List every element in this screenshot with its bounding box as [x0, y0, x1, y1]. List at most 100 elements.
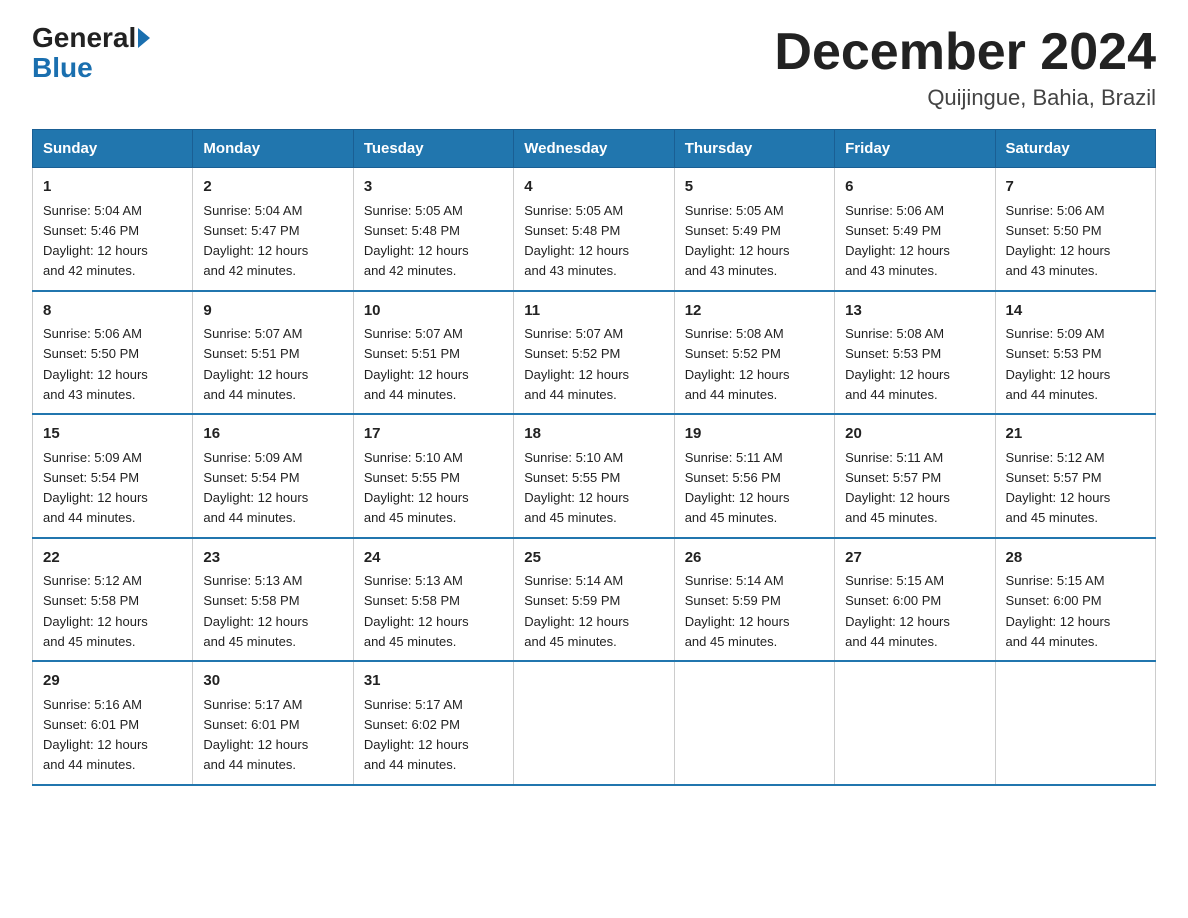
calendar-cell: 24 Sunrise: 5:13 AMSunset: 5:58 PMDayligh… [353, 538, 513, 662]
page-title: December 2024 [774, 24, 1156, 81]
calendar-cell: 31 Sunrise: 5:17 AMSunset: 6:02 PMDayligh… [353, 661, 513, 785]
calendar-cell: 23 Sunrise: 5:13 AMSunset: 5:58 PMDayligh… [193, 538, 353, 662]
day-detail: Sunrise: 5:08 AMSunset: 5:52 PMDaylight:… [685, 326, 790, 402]
day-number: 3 [364, 176, 503, 199]
calendar-cell: 28Sunrise: 5:15 AMSunset: 6:00 PMDayligh… [995, 538, 1155, 662]
calendar-cell: 20Sunrise: 5:11 AMSunset: 5:57 PMDayligh… [835, 414, 995, 538]
page-header: General Blue December 2024 Quijingue, Ba… [32, 24, 1156, 111]
calendar-cell: 2 Sunrise: 5:04 AMSunset: 5:47 PMDaylight… [193, 168, 353, 291]
day-detail: Sunrise: 5:04 AMSunset: 5:47 PMDaylight:… [203, 203, 308, 279]
calendar-day-header: Friday [835, 130, 995, 168]
day-detail: Sunrise: 5:10 AMSunset: 5:55 PMDaylight:… [524, 450, 629, 526]
logo: General Blue [32, 24, 152, 84]
calendar-day-header: Thursday [674, 130, 834, 168]
calendar-cell: 18 Sunrise: 5:10 AMSunset: 5:55 PMDayligh… [514, 414, 674, 538]
day-detail: Sunrise: 5:04 AMSunset: 5:46 PMDaylight:… [43, 203, 148, 279]
day-detail: Sunrise: 5:17 AMSunset: 6:02 PMDaylight:… [364, 697, 469, 773]
day-detail: Sunrise: 5:08 AMSunset: 5:53 PMDaylight:… [845, 326, 950, 402]
calendar-cell: 3 Sunrise: 5:05 AMSunset: 5:48 PMDaylight… [353, 168, 513, 291]
day-number: 29 [43, 670, 182, 693]
day-number: 31 [364, 670, 503, 693]
day-number: 10 [364, 300, 503, 323]
day-number: 24 [364, 547, 503, 570]
calendar-day-header: Saturday [995, 130, 1155, 168]
day-detail: Sunrise: 5:14 AMSunset: 5:59 PMDaylight:… [685, 573, 790, 649]
calendar-cell: 22 Sunrise: 5:12 AMSunset: 5:58 PMDayligh… [33, 538, 193, 662]
day-number: 26 [685, 547, 824, 570]
calendar-cell: 5Sunrise: 5:05 AMSunset: 5:49 PMDaylight… [674, 168, 834, 291]
calendar-week-row: 15 Sunrise: 5:09 AMSunset: 5:54 PMDayligh… [33, 414, 1156, 538]
calendar-cell: 6Sunrise: 5:06 AMSunset: 5:49 PMDaylight… [835, 168, 995, 291]
day-number: 5 [685, 176, 824, 199]
calendar-cell: 1Sunrise: 5:04 AMSunset: 5:46 PMDaylight… [33, 168, 193, 291]
day-number: 4 [524, 176, 663, 199]
day-number: 22 [43, 547, 182, 570]
day-number: 25 [524, 547, 663, 570]
calendar-cell: 9 Sunrise: 5:07 AMSunset: 5:51 PMDaylight… [193, 291, 353, 415]
day-detail: Sunrise: 5:05 AMSunset: 5:48 PMDaylight:… [364, 203, 469, 279]
day-number: 13 [845, 300, 984, 323]
day-detail: Sunrise: 5:09 AMSunset: 5:54 PMDaylight:… [43, 450, 148, 526]
calendar-cell: 4 Sunrise: 5:05 AMSunset: 5:48 PMDaylight… [514, 168, 674, 291]
calendar-cell: 21 Sunrise: 5:12 AMSunset: 5:57 PMDayligh… [995, 414, 1155, 538]
calendar-cell [835, 661, 995, 785]
day-number: 27 [845, 547, 984, 570]
day-detail: Sunrise: 5:16 AMSunset: 6:01 PMDaylight:… [43, 697, 148, 773]
day-detail: Sunrise: 5:05 AMSunset: 5:48 PMDaylight:… [524, 203, 629, 279]
calendar-cell: 27 Sunrise: 5:15 AMSunset: 6:00 PMDayligh… [835, 538, 995, 662]
logo-arrow-icon [138, 28, 150, 48]
day-number: 9 [203, 300, 342, 323]
day-detail: Sunrise: 5:06 AMSunset: 5:50 PMDaylight:… [1006, 203, 1111, 279]
title-block: December 2024 Quijingue, Bahia, Brazil [774, 24, 1156, 111]
calendar-cell: 11Sunrise: 5:07 AMSunset: 5:52 PMDayligh… [514, 291, 674, 415]
day-number: 12 [685, 300, 824, 323]
day-detail: Sunrise: 5:12 AMSunset: 5:58 PMDaylight:… [43, 573, 148, 649]
calendar-cell: 29 Sunrise: 5:16 AMSunset: 6:01 PMDayligh… [33, 661, 193, 785]
day-detail: Sunrise: 5:13 AMSunset: 5:58 PMDaylight:… [364, 573, 469, 649]
calendar-cell: 12 Sunrise: 5:08 AMSunset: 5:52 PMDayligh… [674, 291, 834, 415]
calendar-day-header: Wednesday [514, 130, 674, 168]
day-number: 23 [203, 547, 342, 570]
calendar-cell [674, 661, 834, 785]
calendar-cell: 8 Sunrise: 5:06 AMSunset: 5:50 PMDaylight… [33, 291, 193, 415]
calendar-cell: 25Sunrise: 5:14 AMSunset: 5:59 PMDayligh… [514, 538, 674, 662]
day-number: 21 [1006, 423, 1145, 446]
calendar-cell: 17 Sunrise: 5:10 AMSunset: 5:55 PMDayligh… [353, 414, 513, 538]
day-detail: Sunrise: 5:15 AMSunset: 6:00 PMDaylight:… [845, 573, 950, 649]
calendar-week-row: 1Sunrise: 5:04 AMSunset: 5:46 PMDaylight… [33, 168, 1156, 291]
day-detail: Sunrise: 5:06 AMSunset: 5:50 PMDaylight:… [43, 326, 148, 402]
calendar-day-header: Tuesday [353, 130, 513, 168]
day-detail: Sunrise: 5:10 AMSunset: 5:55 PMDaylight:… [364, 450, 469, 526]
calendar-cell [995, 661, 1155, 785]
day-detail: Sunrise: 5:09 AMSunset: 5:53 PMDaylight:… [1006, 326, 1111, 402]
day-detail: Sunrise: 5:15 AMSunset: 6:00 PMDaylight:… [1006, 573, 1111, 649]
day-number: 2 [203, 176, 342, 199]
calendar-cell: 30Sunrise: 5:17 AMSunset: 6:01 PMDayligh… [193, 661, 353, 785]
day-number: 8 [43, 300, 182, 323]
calendar-cell: 16 Sunrise: 5:09 AMSunset: 5:54 PMDayligh… [193, 414, 353, 538]
calendar-week-row: 22 Sunrise: 5:12 AMSunset: 5:58 PMDayligh… [33, 538, 1156, 662]
calendar-cell: 7Sunrise: 5:06 AMSunset: 5:50 PMDaylight… [995, 168, 1155, 291]
calendar-week-row: 29 Sunrise: 5:16 AMSunset: 6:01 PMDayligh… [33, 661, 1156, 785]
day-detail: Sunrise: 5:13 AMSunset: 5:58 PMDaylight:… [203, 573, 308, 649]
calendar-header-row: SundayMondayTuesdayWednesdayThursdayFrid… [33, 130, 1156, 168]
day-detail: Sunrise: 5:12 AMSunset: 5:57 PMDaylight:… [1006, 450, 1111, 526]
logo-blue-text: Blue [32, 52, 93, 83]
day-number: 14 [1006, 300, 1145, 323]
day-number: 18 [524, 423, 663, 446]
day-number: 19 [685, 423, 824, 446]
calendar-cell: 15 Sunrise: 5:09 AMSunset: 5:54 PMDayligh… [33, 414, 193, 538]
calendar-cell: 26 Sunrise: 5:14 AMSunset: 5:59 PMDayligh… [674, 538, 834, 662]
calendar-cell: 10Sunrise: 5:07 AMSunset: 5:51 PMDayligh… [353, 291, 513, 415]
day-number: 17 [364, 423, 503, 446]
day-number: 6 [845, 176, 984, 199]
page-subtitle: Quijingue, Bahia, Brazil [774, 85, 1156, 111]
day-detail: Sunrise: 5:09 AMSunset: 5:54 PMDaylight:… [203, 450, 308, 526]
day-number: 16 [203, 423, 342, 446]
calendar-day-header: Monday [193, 130, 353, 168]
day-detail: Sunrise: 5:11 AMSunset: 5:57 PMDaylight:… [845, 450, 950, 526]
calendar-table: SundayMondayTuesdayWednesdayThursdayFrid… [32, 129, 1156, 786]
day-detail: Sunrise: 5:07 AMSunset: 5:51 PMDaylight:… [203, 326, 308, 402]
day-number: 11 [524, 300, 663, 323]
day-number: 15 [43, 423, 182, 446]
